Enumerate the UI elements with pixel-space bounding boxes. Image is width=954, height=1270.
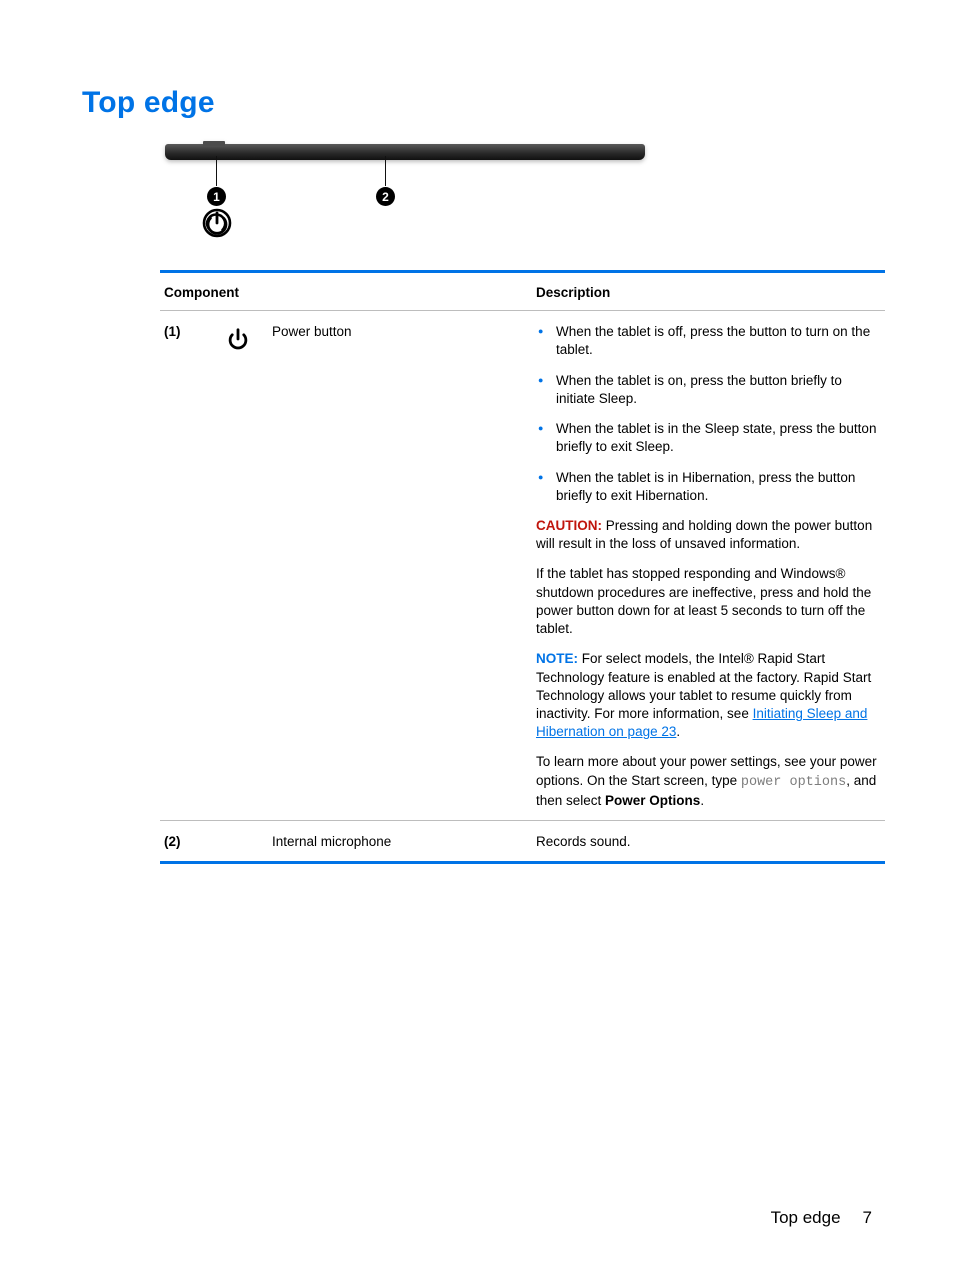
learn-text-3: . xyxy=(700,793,704,808)
description-paragraph: If the tablet has stopped responding and… xyxy=(536,565,881,638)
power-icon xyxy=(208,323,268,810)
page-footer: Top edge 7 xyxy=(771,1208,872,1228)
header-description: Description xyxy=(536,284,881,302)
list-item: When the tablet is in the Sleep state, p… xyxy=(556,420,881,456)
tablet-top-edge-illustration xyxy=(165,144,645,160)
page-container: Top edge 1 2 Component Description xyxy=(0,0,954,1270)
list-item: When the tablet is in Hibernation, press… xyxy=(556,469,881,505)
row-number: (2) xyxy=(164,833,204,851)
table-row: (2) Internal microphone Records sound. xyxy=(160,820,885,861)
description-list: When the tablet is off, press the button… xyxy=(536,323,881,505)
component-name: Power button xyxy=(272,323,532,810)
table-header-row: Component Description xyxy=(160,273,885,311)
callout-leader-2: 2 xyxy=(385,156,386,186)
callout-badge-2: 2 xyxy=(376,187,395,206)
header-component: Component xyxy=(164,284,532,302)
caution-note: CAUTION: Pressing and holding down the p… xyxy=(536,517,881,553)
callout-leader-1: 1 xyxy=(216,156,217,186)
row-number: (1) xyxy=(164,323,204,810)
row-icon-empty xyxy=(208,833,268,851)
component-description: Records sound. xyxy=(536,833,881,851)
callout-badge-1: 1 xyxy=(207,187,226,206)
components-table: Component Description (1) Power button W… xyxy=(160,270,885,864)
caution-label: CAUTION: xyxy=(536,518,602,533)
power-icon xyxy=(201,207,233,244)
top-edge-figure: 1 2 Component Description (1) xyxy=(160,144,885,864)
inline-code: power options xyxy=(741,775,846,790)
table-row: (1) Power button When the tablet is off,… xyxy=(160,311,885,820)
note-paragraph: NOTE: For select models, the Intel® Rapi… xyxy=(536,650,881,741)
list-item: When the tablet is off, press the button… xyxy=(556,323,881,359)
page-title: Top edge xyxy=(82,86,872,120)
ui-option-name: Power Options xyxy=(605,793,700,808)
note-label: NOTE: xyxy=(536,651,578,666)
component-description: When the tablet is off, press the button… xyxy=(536,323,881,810)
list-item: When the tablet is on, press the button … xyxy=(556,372,881,408)
footer-page-number: 7 xyxy=(863,1208,872,1228)
description-paragraph: To learn more about your power settings,… xyxy=(536,753,881,810)
footer-section-name: Top edge xyxy=(771,1208,841,1228)
component-name: Internal microphone xyxy=(272,833,532,851)
note-text-end: . xyxy=(676,724,680,739)
